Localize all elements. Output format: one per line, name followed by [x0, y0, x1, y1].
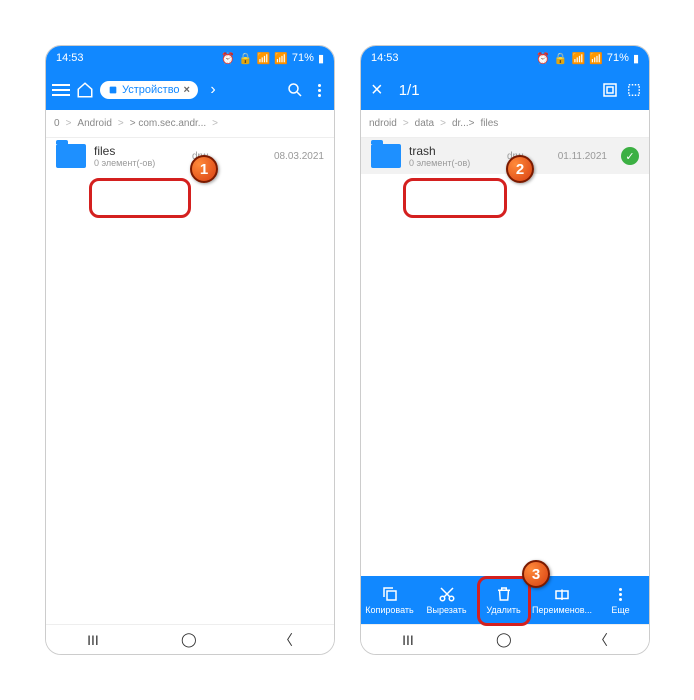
chip-close-icon[interactable]: × — [184, 84, 190, 96]
nav-back-icon[interactable]: 〈 — [279, 630, 293, 650]
file-date: 01.11.2021 — [558, 151, 607, 162]
file-name: trash — [409, 144, 499, 158]
crumb-sep: > — [403, 118, 409, 129]
select-all-icon[interactable] — [601, 81, 619, 99]
delete-label: Удалить — [486, 605, 520, 615]
phone-screenshot-left: 14:53 ⏰🔒📶📶 71% ▮ Устройство × › 0 > A — [45, 45, 335, 655]
nav-recent-icon[interactable]: III — [87, 632, 99, 648]
check-icon: ✓ — [621, 147, 639, 165]
status-battery: 71% — [607, 52, 629, 64]
status-battery: 71% — [292, 52, 314, 64]
crumb: ndroid — [369, 118, 397, 129]
status-icons: ⏰🔒📶📶 71% ▮ — [221, 52, 324, 65]
rename-label: Переименов... — [532, 605, 592, 615]
file-row-selected[interactable]: trash 0 элемент(-ов) drw 01.11.2021 ✓ — [361, 138, 649, 174]
annotation-marker-3: 3 — [522, 560, 550, 588]
folder-icon — [56, 144, 86, 168]
selection-count: 1/1 — [399, 82, 420, 99]
nav-recent-icon[interactable]: III — [402, 632, 414, 648]
status-bar: 14:53 ⏰🔒📶📶 71% ▮ — [361, 46, 649, 70]
search-icon[interactable] — [286, 81, 304, 99]
file-date: 08.03.2021 — [274, 151, 324, 162]
chip-label: Устройство — [122, 84, 180, 96]
chevron-right-icon[interactable]: › — [204, 81, 222, 99]
crumb-sep: > — [118, 118, 124, 129]
status-icons: ⏰🔒📶📶 71% ▮ — [536, 52, 639, 65]
crumb-sep: > — [212, 118, 218, 129]
copy-label: Копировать — [365, 605, 413, 615]
copy-button[interactable]: Копировать — [361, 576, 418, 624]
crumb: > com.sec.andr... — [130, 118, 206, 129]
file-sub: 0 элемент(-ов) — [409, 158, 499, 168]
crumb: data — [415, 118, 434, 129]
breadcrumb[interactable]: 0 > Android > > com.sec.andr... > — [46, 110, 334, 138]
action-bar: Копировать Вырезать Удалить Переименов..… — [361, 576, 649, 624]
annotation-marker-2: 2 — [506, 155, 534, 183]
nav-back-icon[interactable]: 〈 — [594, 630, 608, 650]
app-bar-selection: × 1/1 — [361, 70, 649, 110]
annotation-marker-1: 1 — [190, 155, 218, 183]
android-nav-bar: III ◯ 〈 — [46, 624, 334, 654]
status-time: 14:53 — [371, 52, 399, 64]
android-nav-bar: III ◯ 〈 — [361, 624, 649, 654]
nav-home-icon[interactable]: ◯ — [181, 631, 197, 648]
status-time: 14:53 — [56, 52, 84, 64]
select-range-icon[interactable] — [625, 81, 643, 99]
folder-icon — [371, 144, 401, 168]
crumb-sep: > — [66, 118, 72, 129]
status-bar: 14:53 ⏰🔒📶📶 71% ▮ — [46, 46, 334, 70]
file-name: files — [94, 144, 184, 158]
more-label: Еще — [611, 605, 629, 615]
crumb: 0 — [54, 118, 60, 129]
cut-label: Вырезать — [427, 605, 467, 615]
crumb: Android — [77, 118, 111, 129]
app-bar: Устройство × › — [46, 70, 334, 110]
breadcrumb[interactable]: ndroid > data > dr...> files — [361, 110, 649, 138]
location-chip[interactable]: Устройство × — [100, 81, 198, 99]
file-sub: 0 элемент(-ов) — [94, 158, 184, 168]
hamburger-icon[interactable] — [52, 84, 70, 96]
more-button[interactable]: Еще — [592, 576, 649, 624]
cut-button[interactable]: Вырезать — [418, 576, 475, 624]
nav-home-icon[interactable]: ◯ — [496, 631, 512, 648]
crumb: dr...> — [452, 118, 475, 129]
more-icon[interactable] — [310, 81, 328, 99]
close-selection-icon[interactable]: × — [367, 79, 387, 102]
crumb-sep: > — [440, 118, 446, 129]
phone-screenshot-right: 14:53 ⏰🔒📶📶 71% ▮ × 1/1 ndroid > data > d… — [360, 45, 650, 655]
crumb: files — [480, 118, 498, 129]
home-icon[interactable] — [76, 81, 94, 99]
delete-button[interactable]: Удалить — [475, 576, 532, 624]
